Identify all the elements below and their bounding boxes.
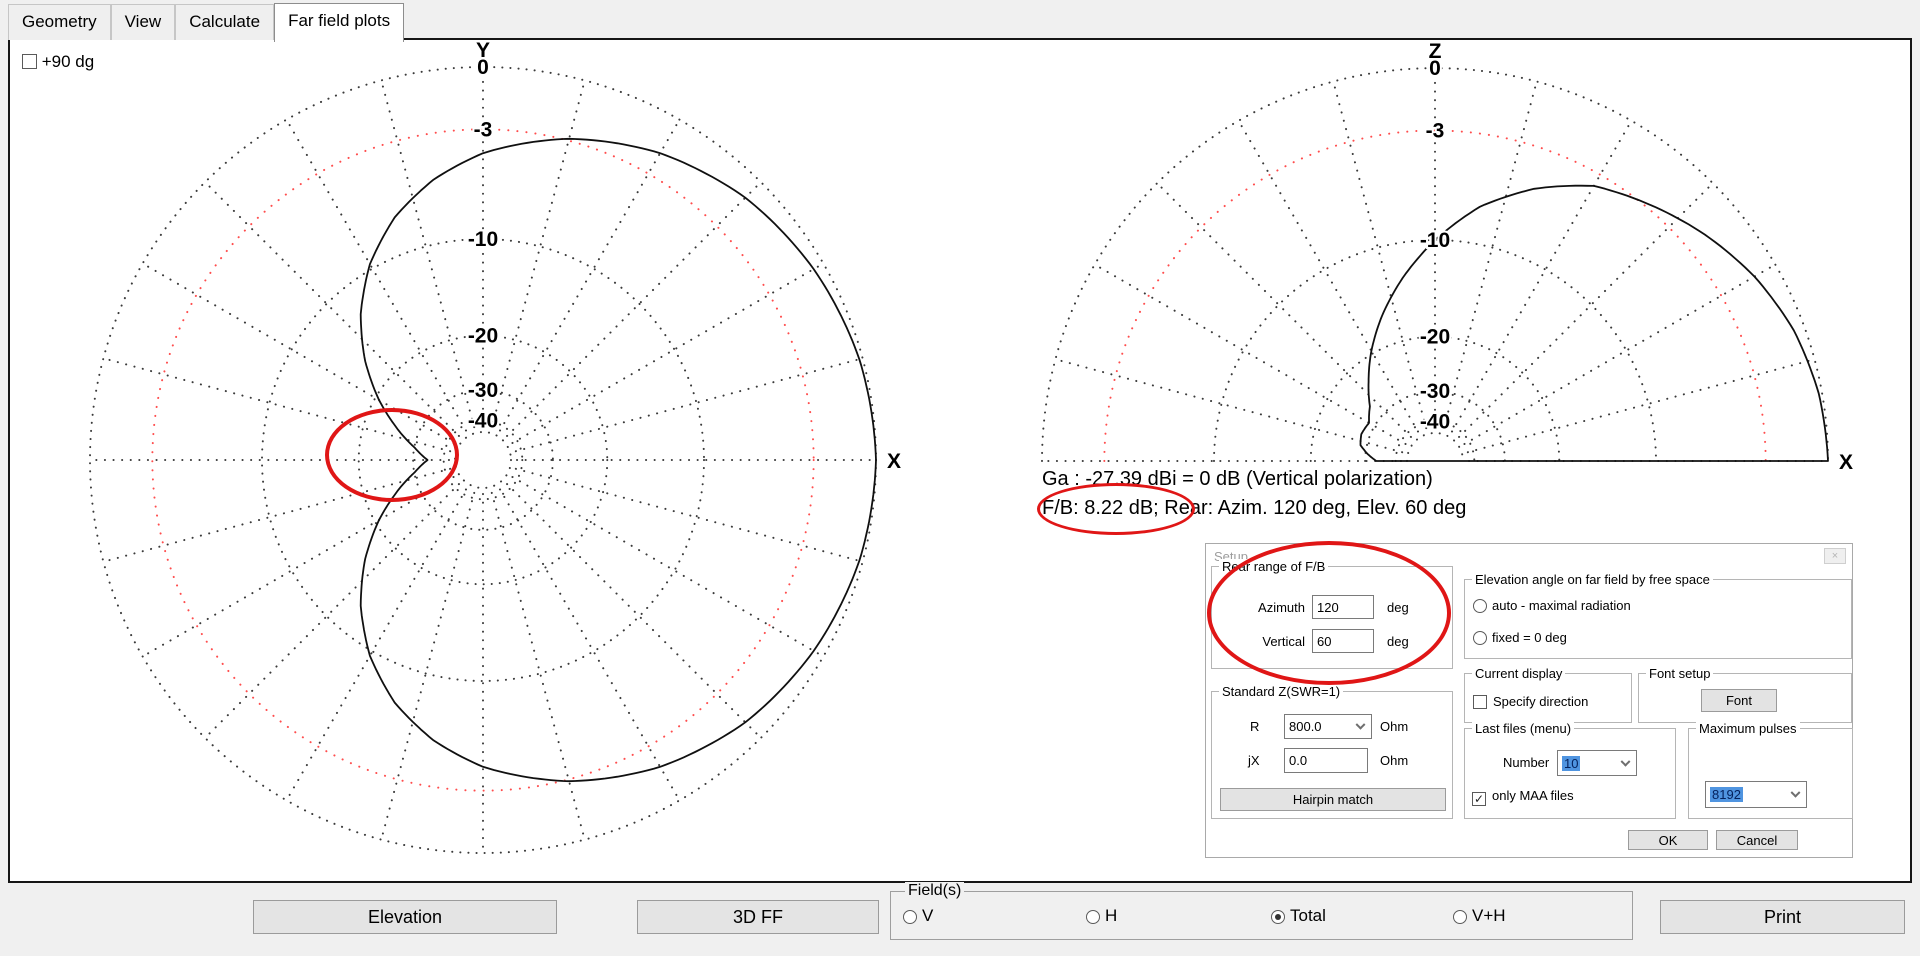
vertical-label: Vertical	[1212, 634, 1305, 649]
tab-calculate[interactable]: Calculate	[175, 4, 274, 40]
chevron-down-icon[interactable]	[1356, 720, 1366, 730]
last-files-group-title: Last files (menu)	[1472, 721, 1574, 736]
print-button[interactable]: Print	[1660, 900, 1905, 934]
svg-text:-20: -20	[468, 325, 498, 348]
svg-text:Z: Z	[1429, 42, 1442, 63]
svg-text:X: X	[887, 450, 901, 473]
dialog-close-icon[interactable]: ×	[1824, 548, 1846, 564]
bottom-bar: Elevation 3D FF Field(s) V H Total V+H P…	[0, 883, 1920, 956]
field-radio-h-label: H	[1105, 906, 1117, 925]
svg-text:-40: -40	[468, 410, 498, 433]
chevron-down-icon[interactable]	[1791, 788, 1801, 798]
cancel-button[interactable]: Cancel	[1716, 830, 1798, 850]
field-radio-total-icon[interactable]	[1271, 910, 1285, 924]
radio-auto-maximal[interactable]: auto - maximal radiation	[1473, 598, 1631, 613]
svg-text:Y: Y	[476, 42, 490, 62]
vertical-unit-label: deg	[1387, 634, 1409, 649]
standard-z-group: Standard Z(SWR=1) R 800.0 Ohm jX Ohm Hai…	[1211, 691, 1453, 819]
jx-label: jX	[1248, 753, 1260, 768]
chevron-down-icon[interactable]	[1621, 756, 1631, 766]
field-radio-h-icon[interactable]	[1086, 910, 1100, 924]
font-setup-group-title: Font setup	[1646, 666, 1713, 681]
3d-ff-button[interactable]: 3D FF	[637, 900, 879, 934]
last-files-group: Last files (menu) Number 10 ✓only MAA fi…	[1464, 728, 1676, 819]
only-maa-checkbox[interactable]: ✓	[1472, 792, 1486, 806]
specify-direction-checkbox-row[interactable]: Specify direction	[1473, 694, 1588, 709]
only-maa-checkbox-row[interactable]: ✓ only MAA files	[1472, 788, 1574, 806]
max-pulses-combo[interactable]: 8192	[1705, 781, 1807, 808]
tab-geometry[interactable]: Geometry	[8, 4, 111, 40]
r-label: R	[1250, 719, 1259, 734]
radio-auto-label: auto - maximal radiation	[1492, 598, 1631, 613]
gain-line: Ga : -27.39 dBi = 0 dB (Vertical polariz…	[1042, 465, 1466, 494]
jx-unit-label: Ohm	[1380, 753, 1408, 768]
specify-direction-checkbox[interactable]	[1473, 695, 1487, 709]
current-display-group: Current display Specify direction	[1464, 673, 1632, 723]
setup-dialog: Setup × Rear range of F/B Azimuth deg Ve…	[1205, 543, 1853, 858]
azimuth-unit-label: deg	[1387, 600, 1409, 615]
fields-group-title: Field(s)	[905, 882, 964, 900]
tab-view[interactable]: View	[111, 4, 176, 40]
field-radio-v[interactable]: V	[903, 906, 933, 926]
svg-text:-3: -3	[1426, 119, 1445, 142]
r-combo[interactable]: 800.0	[1284, 714, 1372, 739]
rear-range-group: Rear range of F/B Azimuth deg Vertical d…	[1211, 566, 1453, 669]
tab-bar: Geometry View Calculate Far field plots	[8, 2, 404, 40]
svg-text:X: X	[1839, 451, 1853, 474]
svg-text:-40: -40	[1420, 411, 1450, 434]
elevation-angle-group-title: Elevation angle on far field by free spa…	[1472, 572, 1713, 587]
svg-text:-3: -3	[474, 118, 493, 141]
font-setup-group: Font setup Font	[1638, 673, 1852, 723]
field-radio-vh[interactable]: V+H	[1453, 906, 1506, 926]
number-combo-value: 10	[1562, 756, 1580, 771]
svg-text:-10: -10	[1420, 229, 1450, 252]
standard-z-group-title: Standard Z(SWR=1)	[1219, 684, 1343, 699]
rear-range-group-title: Rear range of F/B	[1219, 559, 1328, 574]
elevation-angle-group: Elevation angle on far field by free spa…	[1464, 579, 1852, 659]
radio-auto-icon[interactable]	[1473, 599, 1487, 613]
radio-fixed-label: fixed = 0 deg	[1492, 630, 1567, 645]
jx-input[interactable]	[1284, 748, 1368, 773]
field-radio-total[interactable]: Total	[1271, 906, 1326, 926]
result-text-block: Ga : -27.39 dBi = 0 dB (Vertical polariz…	[1042, 465, 1466, 523]
azimuth-label: Azimuth	[1212, 600, 1305, 615]
r-combo-value: 800.0	[1289, 719, 1322, 734]
svg-text:-20: -20	[1420, 326, 1450, 349]
max-pulses-combo-value: 8192	[1710, 787, 1743, 802]
ok-button[interactable]: OK	[1628, 830, 1708, 850]
azimuth-input[interactable]	[1312, 595, 1374, 619]
tab-far-field-plots[interactable]: Far field plots	[274, 3, 404, 42]
specify-direction-label: Specify direction	[1493, 694, 1588, 709]
plus90-checkbox-row: +90 dg	[22, 52, 94, 72]
field-radio-total-label: Total	[1290, 906, 1326, 925]
radio-fixed-0[interactable]: fixed = 0 deg	[1473, 630, 1567, 645]
svg-text:-30: -30	[468, 379, 498, 402]
azimuth-polar-plot: 0-3-10-20-30-40YX	[12, 42, 952, 880]
current-display-group-title: Current display	[1472, 666, 1565, 681]
elevation-button[interactable]: Elevation	[253, 900, 557, 934]
svg-text:-30: -30	[1420, 380, 1450, 403]
plus90-checkbox-label: +90 dg	[42, 52, 94, 71]
font-button[interactable]: Font	[1701, 689, 1777, 712]
field-radio-v-label: V	[922, 906, 933, 925]
plus90-checkbox[interactable]	[22, 54, 37, 69]
field-radio-vh-label: V+H	[1472, 906, 1506, 925]
fb-line: F/B: 8.22 dB; Rear: Azim. 120 deg, Elev.…	[1042, 494, 1466, 523]
svg-text:-10: -10	[468, 228, 498, 251]
number-label: Number	[1503, 755, 1549, 770]
only-maa-label: only MAA files	[1492, 788, 1574, 803]
vertical-input[interactable]	[1312, 629, 1374, 653]
radio-fixed-icon[interactable]	[1473, 631, 1487, 645]
field-radio-h[interactable]: H	[1086, 906, 1117, 926]
number-combo[interactable]: 10	[1557, 750, 1637, 776]
maximum-pulses-group: Maximum pulses 8192	[1688, 728, 1853, 819]
field-radio-v-icon[interactable]	[903, 910, 917, 924]
r-unit-label: Ohm	[1380, 719, 1408, 734]
field-radio-vh-icon[interactable]	[1453, 910, 1467, 924]
hairpin-match-button[interactable]: Hairpin match	[1220, 788, 1446, 811]
fields-group: Field(s) V H Total V+H	[890, 891, 1633, 940]
maximum-pulses-group-title: Maximum pulses	[1696, 721, 1800, 736]
